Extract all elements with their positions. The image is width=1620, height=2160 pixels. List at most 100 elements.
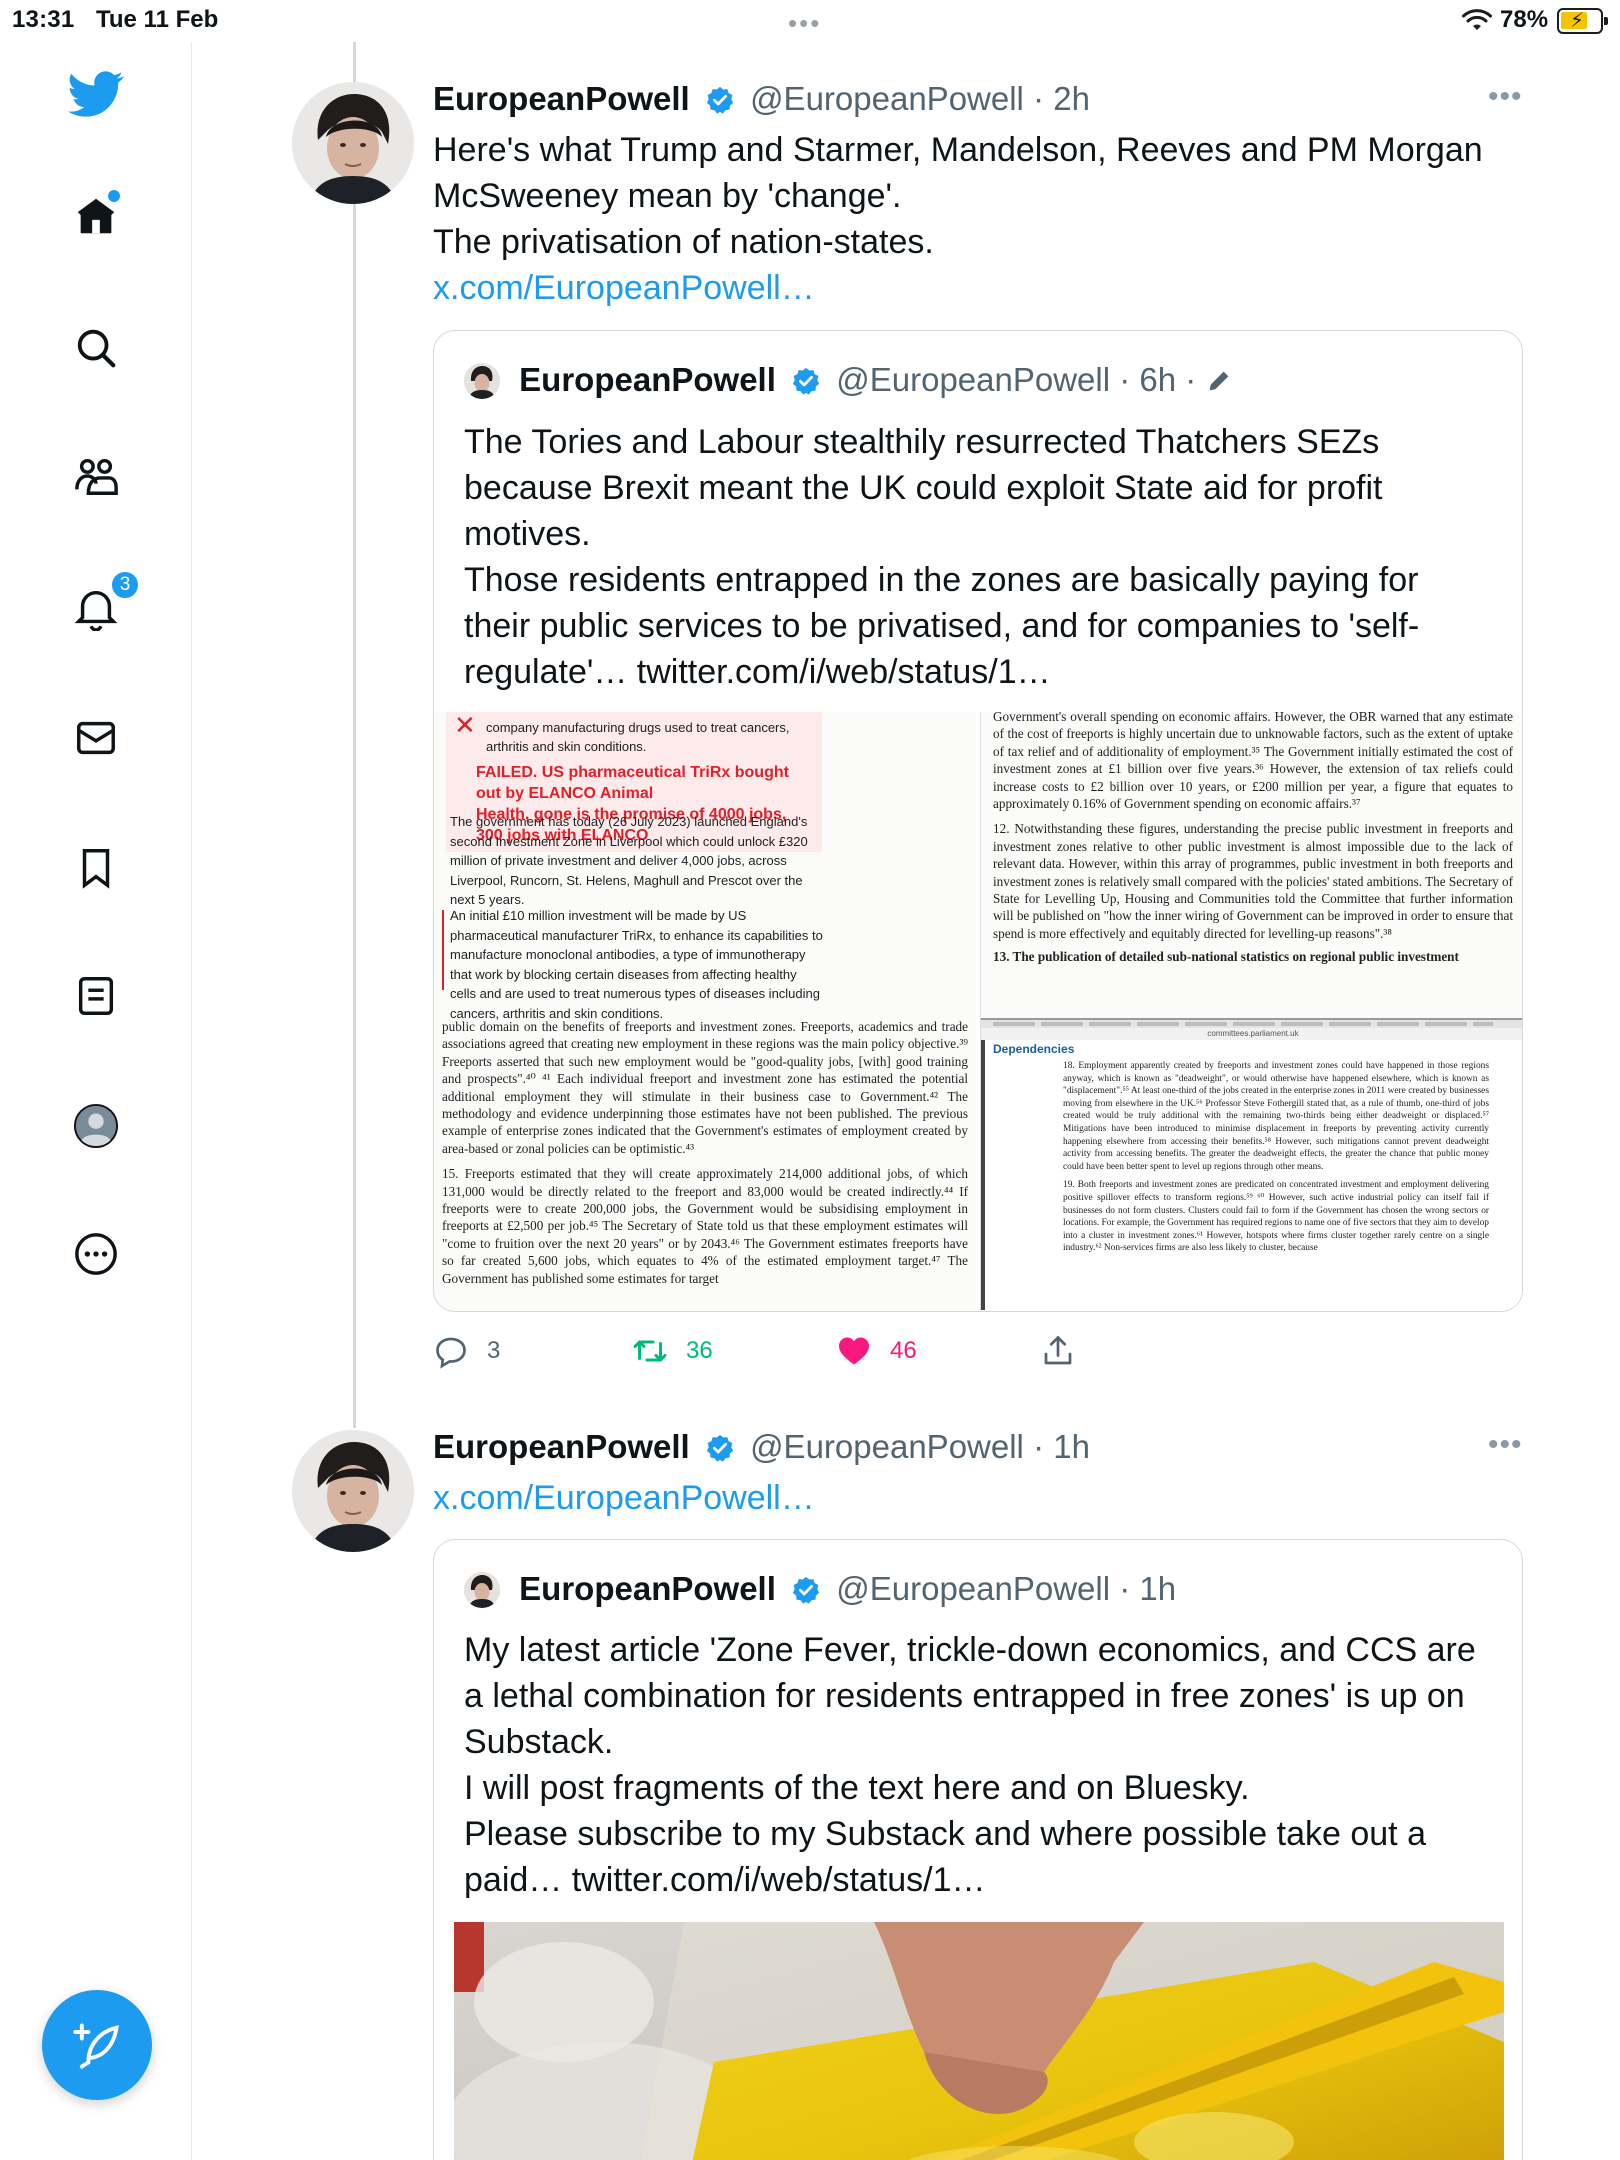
quote-avatar: [464, 363, 500, 399]
sidebar-item-more[interactable]: [70, 1228, 122, 1280]
document-image-right[interactable]: Government's overall spending on economi…: [980, 712, 1522, 1311]
browser-url-bar: committees.parliament.uk: [981, 1028, 1522, 1040]
quote-display-name: EuropeanPowell: [519, 361, 776, 398]
home-new-dot: [108, 190, 120, 202]
document-image-left[interactable]: ✕ company manufacturing drugs used to tr…: [434, 712, 976, 1311]
tweet-text-line: The privatisation of nation-states.: [433, 223, 934, 261]
quoted-tweet[interactable]: EuropeanPowell @EuropeanPowell · 1h My l…: [433, 1539, 1523, 2160]
failed-annotation: FAILED. US pharmaceutical TriRx bought o…: [476, 764, 789, 802]
reply-icon: [436, 1337, 466, 1369]
avatar[interactable]: [292, 1430, 414, 1552]
more-options-icon[interactable]: •••: [1488, 1428, 1523, 1462]
bookmark-icon: [82, 849, 110, 889]
sidebar-item-home[interactable]: [70, 190, 122, 242]
tweet-text-line: McSweeney mean by 'change'.: [433, 177, 902, 215]
doc-subheading: Dependencies: [993, 1042, 1075, 1056]
twitter-logo-icon[interactable]: [66, 64, 126, 124]
quote-text-line: their public services to be privatised, …: [464, 607, 1420, 645]
status-bar: 13:31 Tue 11 Feb ••• 78% ⚡: [0, 0, 1620, 42]
reply-count: 3: [487, 1337, 501, 1364]
sidebar-item-notifications[interactable]: 3: [70, 570, 140, 634]
browser-tab-strip: [981, 1020, 1522, 1028]
sidebar-item-search[interactable]: [70, 322, 122, 374]
doc-heading: 13. The publication of detailed sub-nati…: [993, 949, 1459, 965]
doc-text: 15. Freeports estimated that they will c…: [442, 1166, 968, 1286]
verified-badge-icon: [706, 86, 734, 114]
compose-feather-icon: [73, 2023, 119, 2069]
wifi-icon: [1462, 9, 1492, 30]
verified-badge-icon: [792, 1576, 820, 1604]
list-icon: [78, 977, 114, 1015]
quote-handle: @EuropeanPowell: [836, 1570, 1111, 1607]
like-button[interactable]: 46: [836, 1333, 917, 1369]
quote-text-line: Those residents entrapped in the zones a…: [464, 561, 1419, 599]
tweet-link[interactable]: x.com/EuropeanPowell…: [433, 265, 1523, 311]
quote-display-name: EuropeanPowell: [519, 1570, 776, 1607]
share-button[interactable]: [1040, 1333, 1076, 1369]
tweet-text: x.com/EuropeanPowell…: [433, 1475, 1523, 1521]
profile-icon: [73, 1103, 119, 1149]
display-name[interactable]: EuropeanPowell: [433, 80, 690, 117]
doc-text: 19. Both freeports and investment zones …: [1063, 1180, 1489, 1254]
quoted-tweet[interactable]: EuropeanPowell @EuropeanPowell · 6h · Th…: [433, 330, 1523, 1312]
tweet-link[interactable]: x.com/EuropeanPowell…: [433, 1475, 1523, 1521]
tweet-text-line: Here's what Trump and Starmer, Mandelson…: [433, 131, 1483, 169]
heart-filled-icon: [839, 1337, 869, 1365]
more-options-icon[interactable]: •••: [1488, 80, 1523, 114]
sidebar-item-messages[interactable]: [70, 712, 122, 764]
retweet-icon: [633, 1340, 667, 1362]
doc-text: 12. Notwithstanding these figures, under…: [993, 821, 1513, 941]
sidebar-nav: 3: [0, 42, 192, 2160]
quote-text-line: My latest article 'Zone Fever, trickle-d…: [464, 1631, 1476, 1669]
timestamp[interactable]: 2h: [1053, 80, 1090, 117]
retweet-button[interactable]: 36: [632, 1333, 713, 1369]
more-circle-icon: [75, 1233, 117, 1275]
sidebar-item-lists[interactable]: [70, 970, 122, 1022]
like-count: 46: [890, 1337, 917, 1364]
embedded-browser-screenshot: committees.parliament.uk Dependencies 18…: [981, 1018, 1522, 1311]
multitasking-dots-icon[interactable]: •••: [788, 8, 821, 39]
doc-text: public domain on the benefits of freepor…: [442, 1019, 968, 1156]
edited-pencil-icon: [1210, 371, 1229, 391]
quote-text: My latest article 'Zone Fever, trickle-d…: [464, 1627, 1494, 1903]
quote-text-line: a lethal combination for residents entra…: [464, 1677, 1465, 1715]
doc-text: The government has today (26 July 2023) …: [450, 814, 808, 907]
battery-percentage: 78%: [1500, 6, 1549, 33]
quote-text-line: I will post fragments of the text here a…: [464, 1769, 1250, 1807]
sidebar-item-profile[interactable]: [70, 1100, 122, 1152]
verified-badge-icon: [706, 1434, 734, 1462]
avatar[interactable]: [292, 82, 414, 204]
quote-timestamp: 6h: [1139, 361, 1177, 398]
notifications-badge: 3: [110, 570, 140, 600]
quote-header: EuropeanPowell @EuropeanPowell · 6h ·: [464, 361, 1233, 399]
handle[interactable]: @EuropeanPowell: [750, 80, 1024, 117]
quote-header: EuropeanPowell @EuropeanPowell · 1h: [464, 1570, 1176, 1608]
timestamp[interactable]: 1h: [1053, 1428, 1090, 1465]
sidebar-item-bookmarks[interactable]: [70, 842, 122, 894]
handle[interactable]: @EuropeanPowell: [750, 1428, 1024, 1465]
quote-text-line: paid… twitter.com/i/web/status/1…: [464, 1861, 986, 1899]
quote-text-line: Substack.: [464, 1723, 614, 1761]
thread-connector-line: [353, 42, 356, 1428]
quote-text-line: The Tories and Labour stealthily resurre…: [464, 423, 1380, 461]
quote-photo[interactable]: [454, 1922, 1504, 2160]
tweet-header: EuropeanPowell @EuropeanPowell · 2h: [433, 80, 1090, 117]
display-name[interactable]: EuropeanPowell: [433, 1428, 690, 1465]
communities-icon: [75, 458, 118, 495]
sidebar-item-communities[interactable]: [70, 450, 122, 502]
quote-avatar: [464, 1572, 500, 1608]
tweet-text: Here's what Trump and Starmer, Mandelson…: [433, 127, 1523, 311]
red-x-icon: ✕: [454, 712, 476, 740]
quote-text-line: motives.: [464, 515, 591, 553]
compose-button[interactable]: [42, 1990, 152, 2100]
verified-badge-icon: [792, 367, 820, 395]
quote-text-line: Please subscribe to my Substack and wher…: [464, 1815, 1426, 1853]
retweet-count: 36: [686, 1337, 713, 1364]
status-date: Tue 11 Feb: [96, 6, 219, 33]
reply-button[interactable]: 3: [433, 1333, 500, 1369]
battery-charging-icon: ⚡: [1557, 8, 1608, 34]
tweet-header: EuropeanPowell @EuropeanPowell · 1h: [433, 1428, 1090, 1465]
doc-text: Government's overall spending on economi…: [993, 712, 1513, 812]
doc-text: An initial £10 million investment will b…: [450, 908, 823, 1021]
share-icon: [1044, 1336, 1072, 1365]
